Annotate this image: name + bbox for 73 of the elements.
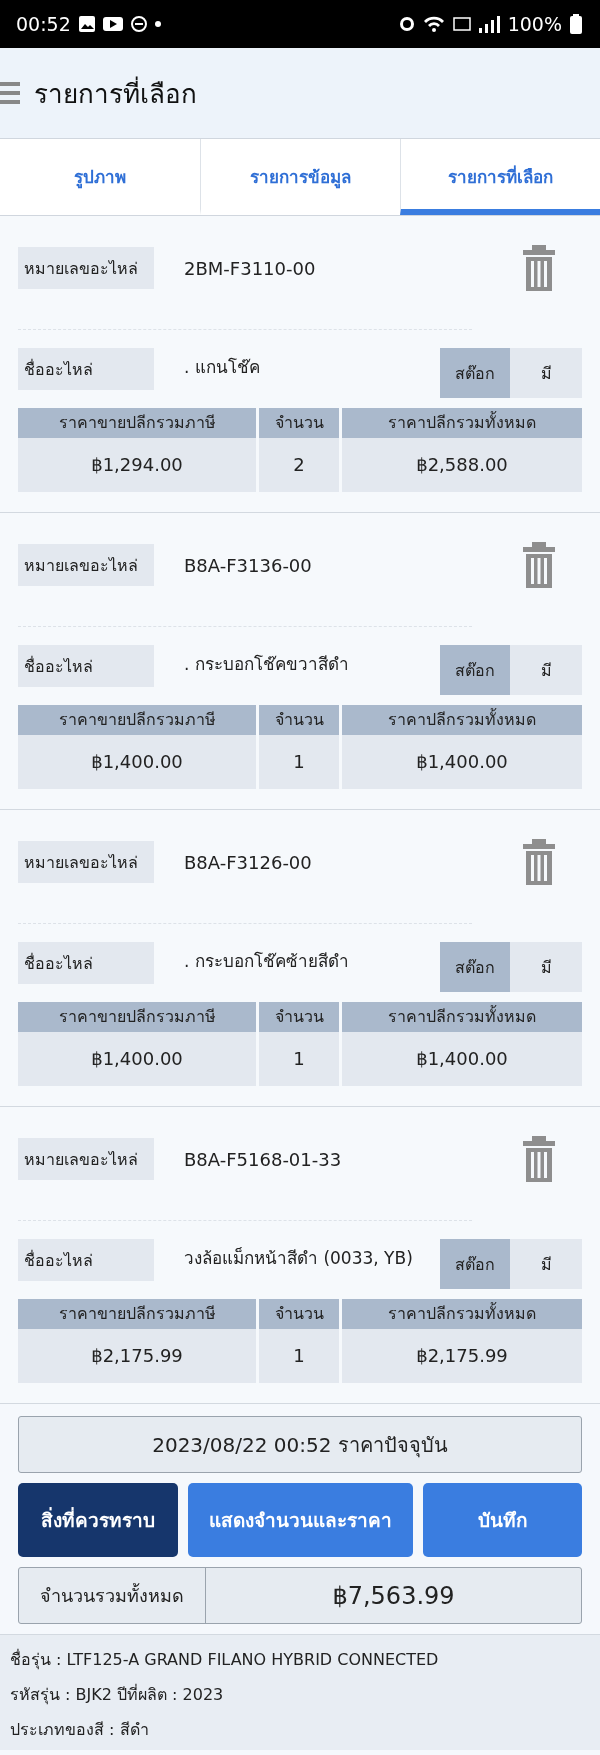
- part-number: B8A-F3136-00: [184, 554, 313, 576]
- part-number-label: หมายเลขอะไหล่: [18, 247, 154, 289]
- part-name-label: ชื่ออะไหล่: [18, 1239, 154, 1281]
- part-name-label: ชื่ออะไหล่: [18, 942, 154, 984]
- table-cell: ฿1,400.00: [342, 735, 582, 789]
- column-header: ราคาขายปลีกรวมภาษี: [18, 1002, 256, 1032]
- part-number: B8A-F3126-00: [184, 851, 313, 873]
- column-header: ราคาปลีกรวมทั้งหมด: [342, 408, 582, 438]
- trash-icon[interactable]: [522, 542, 556, 588]
- stock-label: สต๊อก: [440, 348, 510, 398]
- column-header: ราคาปลีกรวมทั้งหมด: [342, 1002, 582, 1032]
- battery-level: 100%: [507, 13, 562, 35]
- part-number-label: หมายเลขอะไหล่: [18, 544, 154, 586]
- wifi-icon: [422, 16, 445, 32]
- part-name: . แกนโช๊ค: [184, 356, 261, 379]
- stock-label: สต๊อก: [440, 942, 510, 992]
- table-cell: 1: [259, 1329, 339, 1383]
- dot-icon: [154, 21, 161, 27]
- stock-value: มี: [510, 1239, 582, 1289]
- column-header: จำนวน: [259, 705, 339, 735]
- table-cell: 2: [259, 438, 339, 492]
- signal-icon: [478, 15, 500, 33]
- part-name-label: ชื่ออะไหล่: [18, 348, 154, 390]
- total-label: จำนวนรวมทั้งหมด: [19, 1568, 206, 1623]
- status-time: 00:52: [16, 13, 71, 35]
- part-number: 2BM-F3110-00: [184, 257, 317, 279]
- part-number-label: หมายเลขอะไหล่: [18, 1138, 154, 1180]
- stock-value: มี: [510, 348, 582, 398]
- column-header: ราคาขายปลีกรวมภาษี: [18, 408, 256, 438]
- do-not-disturb-icon: [130, 16, 147, 32]
- stock-value: มี: [510, 942, 582, 992]
- page-title: รายการที่เลือก: [34, 75, 197, 111]
- column-header: ราคาปลีกรวมทั้งหมด: [342, 1299, 582, 1329]
- battery-icon: [570, 14, 582, 34]
- model-info: ประเภทของสี : สีดำ: [10, 1719, 150, 1741]
- part-name: . กระบอกโช๊คซ้ายสีดำ: [184, 950, 350, 973]
- table-cell: ฿1,294.00: [18, 438, 256, 492]
- image-icon: [78, 16, 95, 32]
- stock-value: มี: [510, 645, 582, 695]
- table-cell: ฿2,175.99: [18, 1329, 256, 1383]
- part-name: วงล้อแม็กหน้าสีดำ (0033, YB): [184, 1247, 414, 1270]
- menu-icon[interactable]: [0, 82, 20, 104]
- total-value: ฿7,563.99: [331, 1580, 456, 1612]
- trash-icon[interactable]: [522, 1136, 556, 1182]
- table-cell: ฿2,588.00: [342, 438, 582, 492]
- column-header: จำนวน: [259, 1299, 339, 1329]
- column-header: ราคาขายปลีกรวมภาษี: [18, 705, 256, 735]
- part-name: . กระบอกโช๊คขวาสีดำ: [184, 653, 350, 676]
- part-number-label: หมายเลขอะไหล่: [18, 841, 154, 883]
- price-date: 2023/08/22 00:52 ราคาปัจจุบัน: [18, 1416, 582, 1473]
- action-button[interactable]: สิ่งที่ควรทราบ: [18, 1483, 178, 1557]
- trash-icon[interactable]: [522, 839, 556, 885]
- model-info: ชื่อรุ่น : LTF125-A GRAND FILANO HYBRID CONNECTED: [10, 1648, 440, 1672]
- table-cell: ฿1,400.00: [342, 1032, 582, 1086]
- stock-label: สต๊อก: [440, 645, 510, 695]
- trash-icon[interactable]: [522, 245, 556, 291]
- column-header: จำนวน: [259, 1002, 339, 1032]
- table-cell: ฿1,400.00: [18, 735, 256, 789]
- part-name-label: ชื่ออะไหล่: [18, 645, 154, 687]
- action-button[interactable]: แสดงจำนวนและราคา: [188, 1483, 413, 1557]
- column-header: จำนวน: [259, 408, 339, 438]
- table-cell: 1: [259, 1032, 339, 1086]
- part-number: B8A-F5168-01-33: [184, 1148, 343, 1170]
- table-cell: 1: [259, 735, 339, 789]
- stock-label: สต๊อก: [440, 1239, 510, 1289]
- column-header: ราคาขายปลีกรวมภาษี: [18, 1299, 256, 1329]
- play-icon: [102, 17, 123, 31]
- action-button[interactable]: บันทึก: [423, 1483, 582, 1557]
- table-cell: ฿1,400.00: [18, 1032, 256, 1086]
- column-header: ราคาปลีกรวมทั้งหมด: [342, 705, 582, 735]
- model-info: รหัสรุ่น : BJK2 ปีที่ผลิต : 2023: [10, 1683, 225, 1707]
- tab[interactable]: รายการที่เลือก: [400, 139, 600, 215]
- table-cell: ฿2,175.99: [342, 1329, 582, 1383]
